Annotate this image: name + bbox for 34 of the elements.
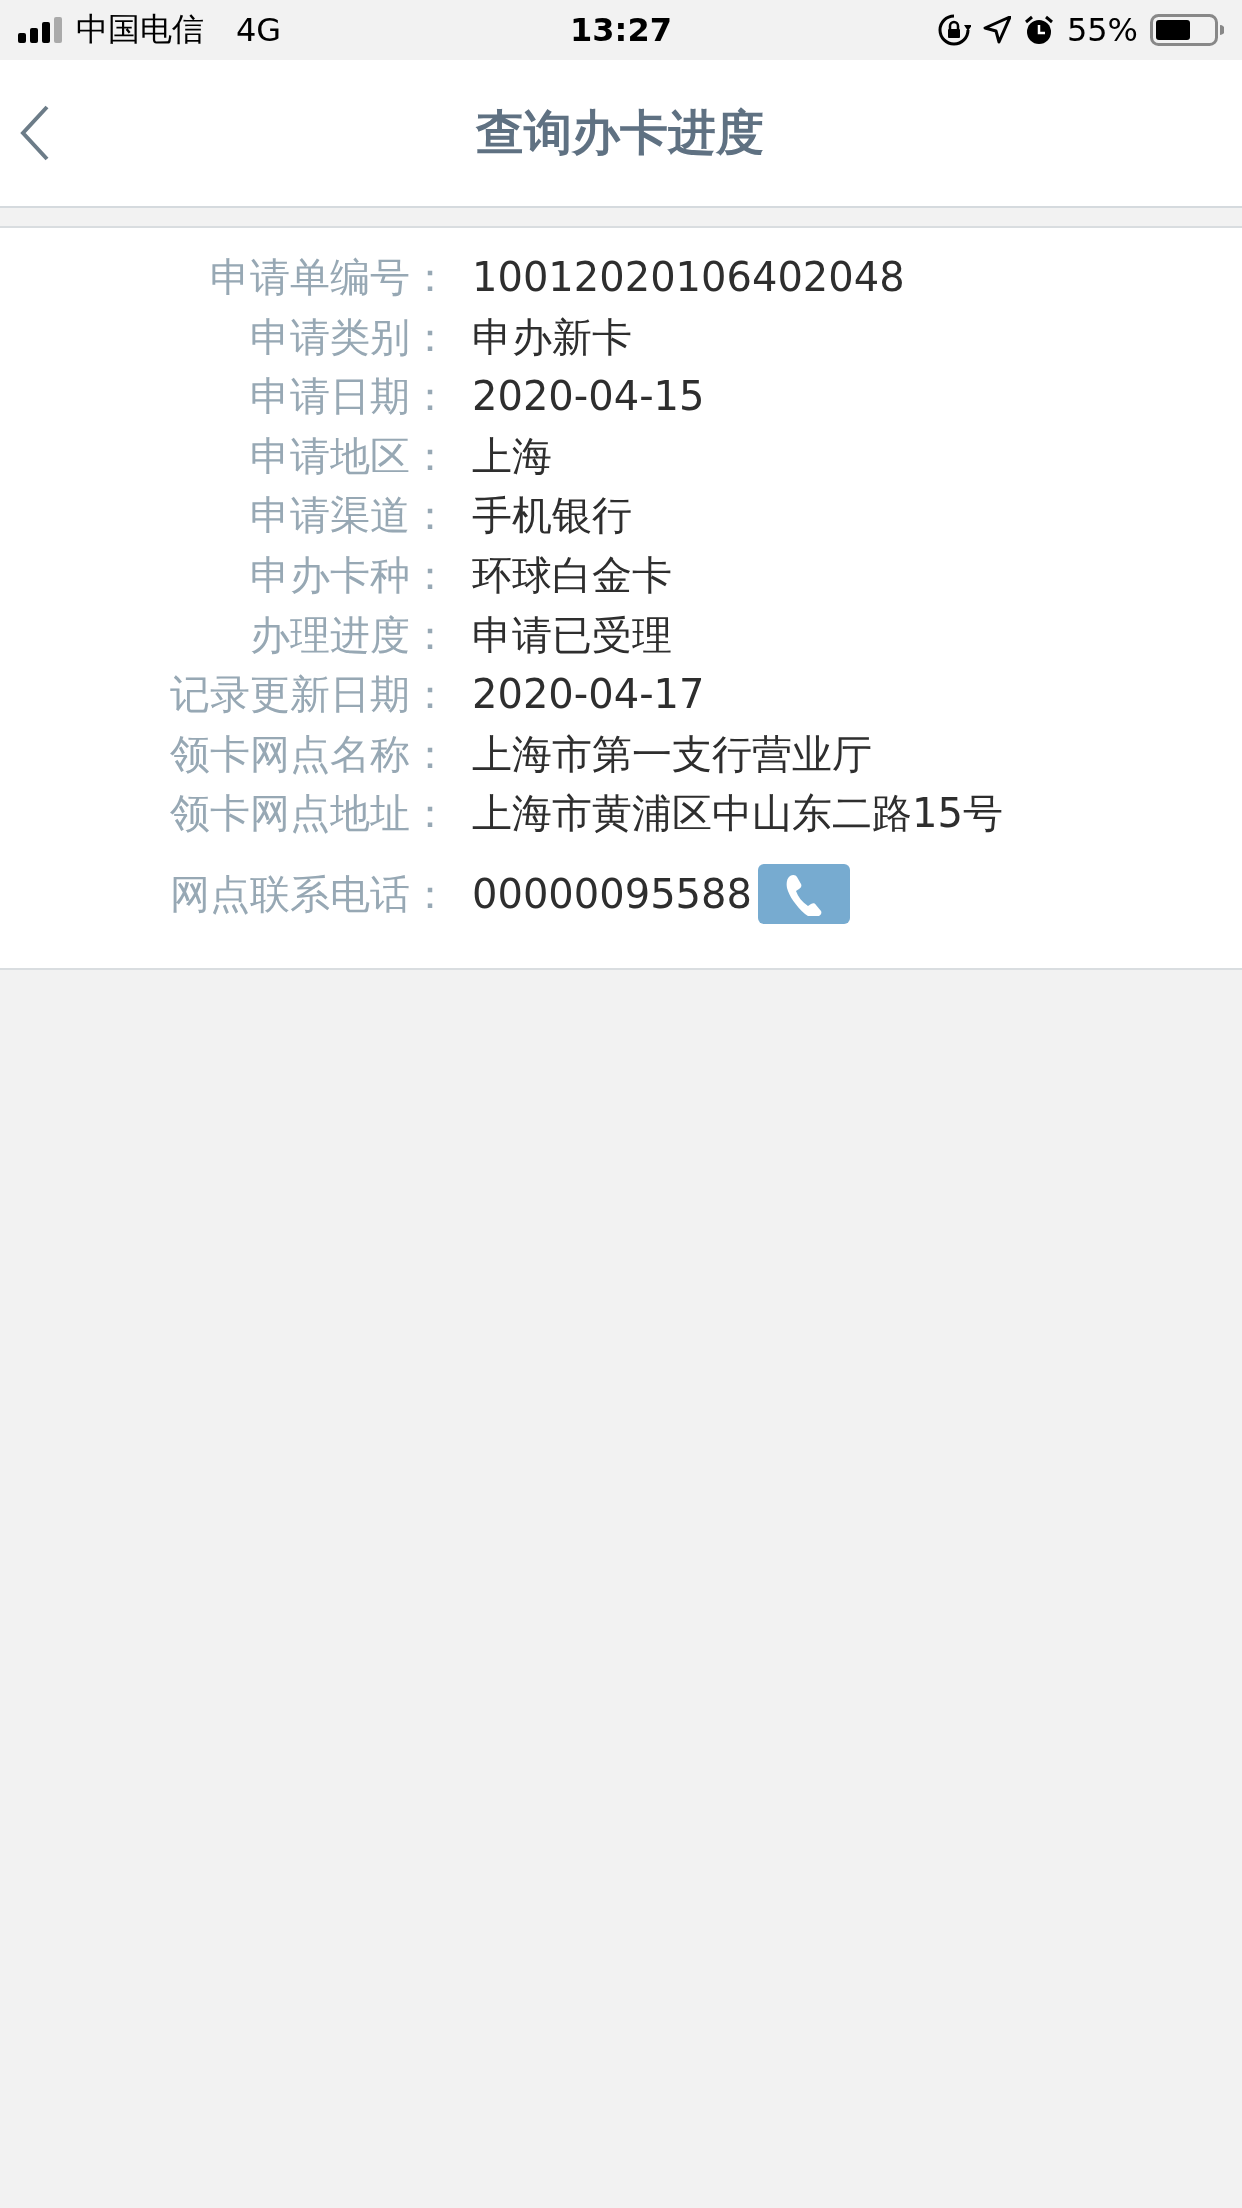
field-label: 办理进度： xyxy=(250,610,450,660)
signal-icon xyxy=(18,17,64,43)
location-arrow-icon xyxy=(982,16,1011,44)
call-button[interactable] xyxy=(757,863,850,924)
battery-percent: 55% xyxy=(1066,11,1138,49)
status-time: 13:27 xyxy=(569,11,673,49)
field-label: 申请渠道： xyxy=(250,491,450,541)
page-title: 查询办卡进度 xyxy=(476,103,764,162)
field-value: 环球白金卡 xyxy=(472,550,672,600)
field-value: 上海 xyxy=(472,431,552,481)
field-value: 上海市黄浦区中山东二路15号 xyxy=(472,789,1003,839)
battery-icon xyxy=(1150,14,1224,46)
back-chevron-icon xyxy=(20,105,50,161)
field-label: 网点联系电话： xyxy=(170,869,450,919)
field-label: 记录更新日期： xyxy=(170,670,450,720)
field-label: 申请日期： xyxy=(250,372,450,422)
field-label: 领卡网点名称： xyxy=(170,729,450,779)
field-label: 申办卡种： xyxy=(250,550,450,600)
field-value: 00000095588 xyxy=(472,869,752,919)
field-value: 2020-04-15 xyxy=(472,372,705,422)
network-type: 4G xyxy=(236,11,282,49)
field-label: 申请单编号： xyxy=(210,253,450,302)
field-label: 申请类别： xyxy=(250,312,450,362)
field-value: 申办新卡 xyxy=(472,312,632,362)
field-value: 申请已受理 xyxy=(472,610,672,660)
field-value: 上海市第一支行营业厅 xyxy=(472,729,872,779)
rotation-lock-icon xyxy=(936,13,971,47)
field-value: 手机银行 xyxy=(472,491,632,541)
alarm-clock-icon xyxy=(1022,14,1055,46)
field-label: 领卡网点地址： xyxy=(170,789,450,839)
field-label: 申请地区： xyxy=(250,431,450,481)
carrier-name: 中国电信 xyxy=(76,9,204,50)
field-value: 10012020106402048 xyxy=(472,253,905,302)
field-value: 2020-04-17 xyxy=(472,670,705,720)
